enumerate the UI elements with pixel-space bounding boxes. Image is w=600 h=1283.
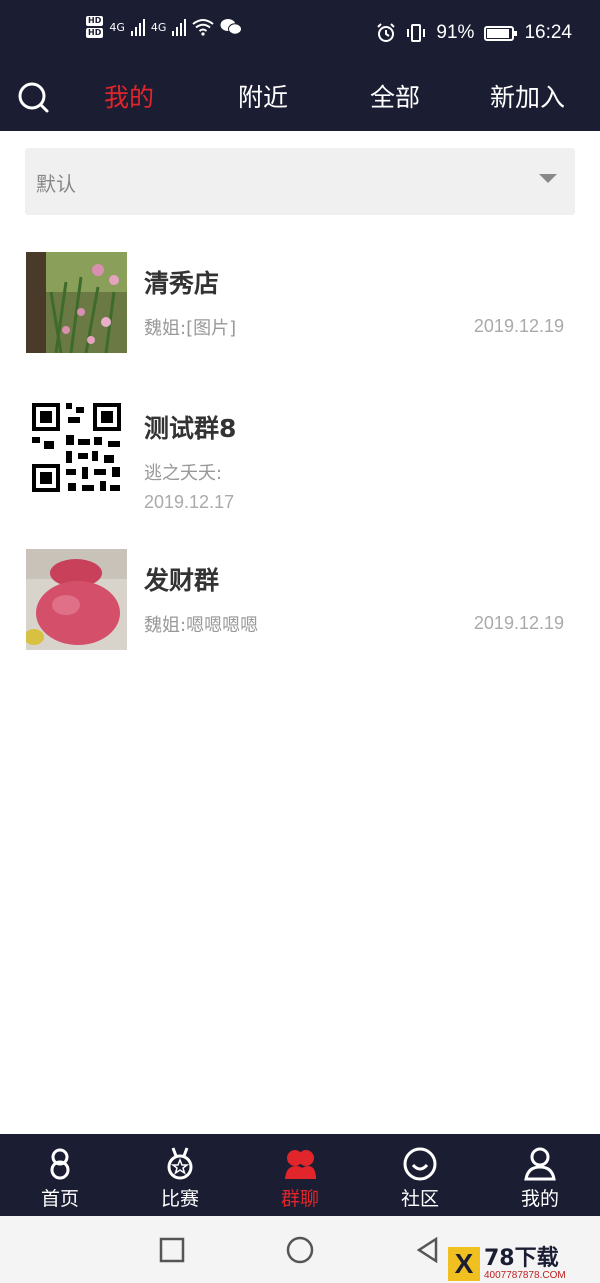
top-nav: 我的 附近 全部 新加入 <box>0 68 600 131</box>
group-last-message: 逃之夭夭: <box>144 463 223 484</box>
wifi-icon <box>192 19 215 36</box>
group-avatar <box>26 397 127 498</box>
battery-icon <box>484 25 518 41</box>
watermark-x-logo: X <box>448 1247 480 1281</box>
group-date: 2019.12.17 <box>144 492 235 512</box>
wechat-icon <box>220 19 243 35</box>
group-name: 测试群8 <box>144 414 237 443</box>
group-avatar <box>26 549 127 650</box>
qr-code-icon <box>26 397 127 498</box>
group-list: 清秀店 魏姐:[图片] 2019.12.19 测试群8 逃之夭夭: 2019.1… <box>0 230 600 669</box>
bottom-nav-profile[interactable]: 我的 <box>480 1134 600 1216</box>
battery-percent: 91% <box>436 22 475 43</box>
tab-newly-joined[interactable]: 新加入 <box>490 78 565 118</box>
group-chat-icon <box>285 1150 316 1179</box>
caret-down-icon <box>539 174 557 183</box>
sort-dropdown[interactable]: 默认 <box>25 148 575 215</box>
tab-all[interactable]: 全部 <box>370 78 420 118</box>
home-circle-icon[interactable] <box>286 1236 314 1264</box>
hd-badge: HD <box>86 16 104 26</box>
group-date: 2019.12.19 <box>473 613 564 633</box>
bottom-nav-home[interactable]: 首页 <box>0 1134 120 1216</box>
sort-dropdown-value: 默认 <box>36 172 76 196</box>
bottom-nav-match[interactable]: 比赛 <box>120 1134 240 1216</box>
bottom-nav-label: 我的 <box>520 1188 559 1210</box>
bottom-nav-community[interactable]: 社区 <box>360 1134 480 1216</box>
status-bar: HD HD 4G 4G 91% 16:24 <box>0 0 600 68</box>
vibrate-icon <box>407 24 426 42</box>
clock: 16:24 <box>524 22 572 43</box>
status-bar-left: HD HD 4G 4G <box>86 16 243 38</box>
list-item[interactable]: 测试群8 逃之夭夭: 2019.12.17 <box>0 375 600 537</box>
search-icon[interactable] <box>14 78 54 118</box>
watermark-logo: X 78下载 4007787878.COM <box>448 1247 598 1281</box>
watermark-url: 4007787878.COM <box>484 1269 566 1281</box>
network-type-label: 4G <box>109 20 125 34</box>
battery-level-fill <box>487 28 510 38</box>
signal-icon <box>172 18 187 36</box>
back-triangle-icon[interactable] <box>414 1236 442 1264</box>
tab-mine[interactable]: 我的 <box>104 78 154 118</box>
bottom-nav-label: 社区 <box>400 1188 439 1210</box>
network-type-label: 4G <box>150 20 167 34</box>
group-last-message: 魏姐:嗯嗯嗯嗯 <box>144 615 259 636</box>
medal-icon <box>167 1147 193 1180</box>
bottom-nav-label: 比赛 <box>160 1188 199 1210</box>
garden-photo-icon <box>26 252 127 353</box>
bottom-nav-label: 首页 <box>40 1188 79 1210</box>
home-icon <box>50 1148 70 1180</box>
community-icon <box>403 1147 437 1181</box>
recent-apps-icon[interactable] <box>158 1236 186 1264</box>
group-name: 清秀店 <box>144 269 220 298</box>
bottom-nav-label: 群聊 <box>280 1188 319 1210</box>
apple-photo-icon <box>26 549 127 650</box>
group-date: 2019.12.19 <box>473 316 564 336</box>
bottom-nav-group-chat[interactable]: 群聊 <box>240 1134 360 1216</box>
tab-nearby[interactable]: 附近 <box>238 78 288 118</box>
list-item[interactable]: 清秀店 魏姐:[图片] 2019.12.19 <box>0 230 600 375</box>
profile-icon <box>524 1147 556 1181</box>
group-name: 发财群 <box>144 566 220 595</box>
bottom-nav: 首页 比赛 群聊 社区 我的 <box>0 1134 600 1216</box>
list-item[interactable]: 发财群 魏姐:嗯嗯嗯嗯 2019.12.19 <box>0 537 600 669</box>
hd-badge: HD <box>86 28 104 38</box>
watermark-brand: 78下载 <box>484 1245 559 1271</box>
group-last-message: 魏姐:[图片] <box>144 318 237 339</box>
signal-icon <box>130 18 145 36</box>
alarm-icon <box>377 23 396 42</box>
status-bar-right: 91% 16:24 <box>376 22 572 44</box>
group-avatar <box>26 252 127 353</box>
